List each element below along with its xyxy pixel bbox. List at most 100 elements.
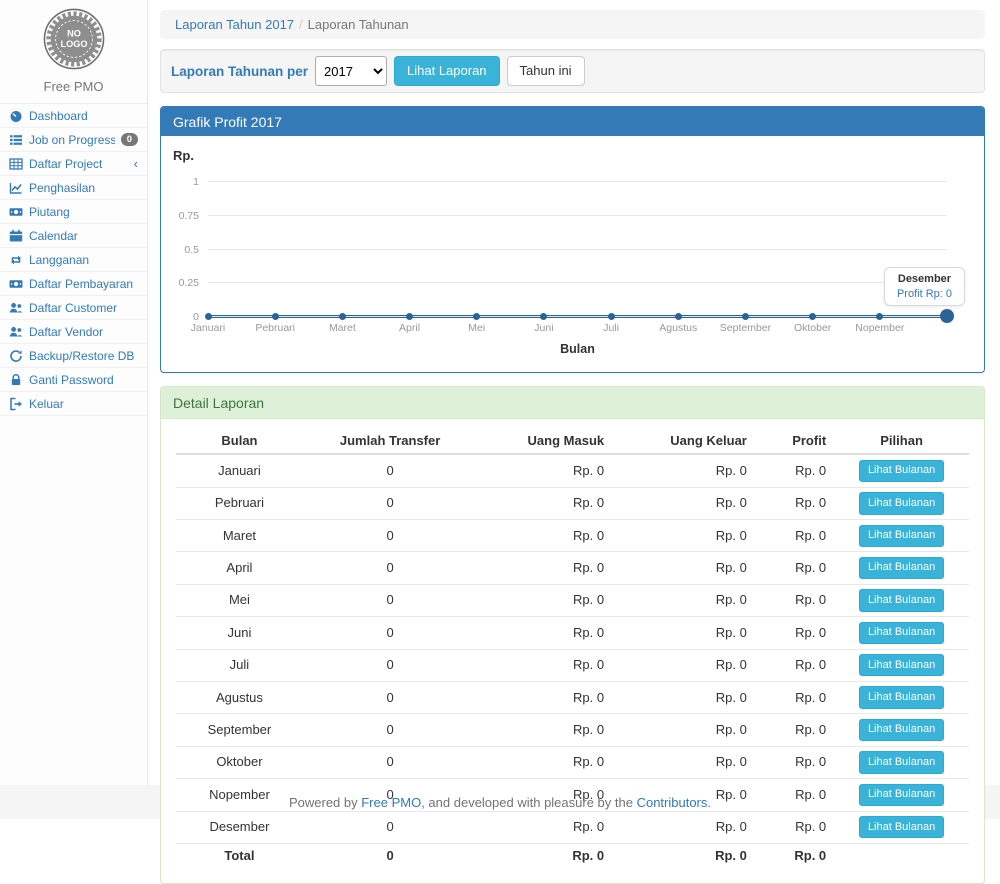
table-cell: Mei <box>176 584 303 616</box>
year-filter-label: Laporan Tahunan per <box>171 64 308 79</box>
money-icon <box>9 205 23 219</box>
table-row: Juli0Rp. 0Rp. 0Rp. 0Lihat Bulanan <box>176 649 969 681</box>
sidebar-item-langganan[interactable]: Langganan <box>0 248 147 272</box>
profit-chart-panel-title: Grafik Profit 2017 <box>161 107 984 136</box>
lihat-bulanan-button[interactable]: Lihat Bulanan <box>859 719 944 741</box>
brand-block: NO LOGO Free PMO <box>0 0 147 104</box>
lihat-bulanan-button[interactable]: Lihat Bulanan <box>859 492 944 514</box>
total-label: Total <box>176 843 303 869</box>
table-cell: Rp. 0 <box>755 649 834 681</box>
total-jumlah-transfer: 0 <box>303 843 477 869</box>
chart-x-tick-label: Nopember <box>855 322 904 334</box>
report-table-body: Januari0Rp. 0Rp. 0Rp. 0Lihat BulananPebr… <box>176 454 969 843</box>
table-header-row: Bulan Jumlah Transfer Uang Masuk Uang Ke… <box>176 428 969 454</box>
users-icon <box>9 325 23 339</box>
table-icon <box>9 157 23 171</box>
chart-data-point <box>809 313 816 320</box>
footer-link-contributors[interactable]: Contributors <box>637 795 708 810</box>
table-action-cell: Lihat Bulanan <box>834 584 969 616</box>
table-action-cell: Lihat Bulanan <box>834 681 969 713</box>
table-row: Juni0Rp. 0Rp. 0Rp. 0Lihat Bulanan <box>176 617 969 649</box>
sidebar-item-daftar-project[interactable]: Daftar Project ‹ <box>0 152 147 176</box>
chart-x-tick-label: September <box>720 322 771 334</box>
lihat-bulanan-button[interactable]: Lihat Bulanan <box>859 751 944 773</box>
column-header-uang-masuk: Uang Masuk <box>477 428 612 454</box>
sidebar-item-backup-restore-db[interactable]: Backup/Restore DB <box>0 344 147 368</box>
table-cell: Rp. 0 <box>612 552 755 584</box>
chart-gridline: 0.75 <box>208 215 947 216</box>
chart-x-tick-label: Maret <box>329 322 356 334</box>
sidebar-item-label: Calendar <box>29 229 78 243</box>
table-row: Oktober0Rp. 0Rp. 0Rp. 0Lihat Bulanan <box>176 746 969 778</box>
table-action-cell: Lihat Bulanan <box>834 487 969 519</box>
lock-icon <box>9 373 23 387</box>
lihat-bulanan-button[interactable]: Lihat Bulanan <box>859 589 944 611</box>
sidebar-item-label: Daftar Pembayaran <box>29 277 133 291</box>
lihat-bulanan-button[interactable]: Lihat Bulanan <box>859 525 944 547</box>
chart-y-tick-label: 1 <box>193 176 199 188</box>
column-header-jumlah-transfer: Jumlah Transfer <box>303 428 477 454</box>
chart-data-point <box>675 313 682 320</box>
no-logo-seal-icon: NO LOGO <box>43 8 105 70</box>
page: NO LOGO Free PMO Dashboard Job on Progre… <box>0 0 1000 785</box>
table-cell: Maret <box>176 520 303 552</box>
sidebar-item-label: Dashboard <box>29 109 88 123</box>
lihat-bulanan-button[interactable]: Lihat Bulanan <box>859 654 944 676</box>
chart-x-tick-label: April <box>399 322 420 334</box>
table-cell: Rp. 0 <box>477 520 612 552</box>
sidebar-item-job-on-progress[interactable]: Job on Progress 0 <box>0 128 147 152</box>
footer-text: Powered by Free PMO, and developed with … <box>289 795 711 810</box>
sidebar-item-dashboard[interactable]: Dashboard <box>0 104 147 128</box>
table-cell: 0 <box>303 811 477 843</box>
sidebar-nav: Dashboard Job on Progress 0 Daftar Proje… <box>0 104 147 416</box>
sidebar-item-daftar-pembayaran[interactable]: Daftar Pembayaran <box>0 272 147 296</box>
chart-tooltip-title: Desember <box>897 273 952 285</box>
table-cell: Rp. 0 <box>755 746 834 778</box>
chart-x-axis-title: Bulan <box>208 342 947 356</box>
chart-data-point <box>876 313 883 320</box>
chart-x-labels: JanuariPebruariMaretAprilMeiJuniJuliAgus… <box>208 322 947 336</box>
chevron-left-icon: ‹ <box>134 157 138 170</box>
lihat-laporan-button[interactable]: Lihat Laporan <box>394 56 500 86</box>
lihat-bulanan-button[interactable]: Lihat Bulanan <box>859 557 944 579</box>
table-cell: Rp. 0 <box>755 520 834 552</box>
breadcrumb-link-laporan-tahun[interactable]: Laporan Tahun 2017 <box>175 17 294 32</box>
lihat-bulanan-button[interactable]: Lihat Bulanan <box>859 686 944 708</box>
table-cell: Rp. 0 <box>477 681 612 713</box>
chart-gridline: 0 <box>208 316 947 317</box>
year-filter-bar: Laporan Tahunan per 2017 Lihat Laporan T… <box>160 49 985 93</box>
sidebar-item-keluar[interactable]: Keluar <box>0 392 147 416</box>
sidebar-item-daftar-vendor[interactable]: Daftar Vendor <box>0 320 147 344</box>
lihat-bulanan-button[interactable]: Lihat Bulanan <box>859 784 944 806</box>
sidebar-item-piutang[interactable]: Piutang <box>0 200 147 224</box>
sidebar-item-penghasilan[interactable]: Penghasilan <box>0 176 147 200</box>
tasks-icon <box>9 133 23 147</box>
lihat-bulanan-button[interactable]: Lihat Bulanan <box>859 622 944 644</box>
profit-chart-panel: Grafik Profit 2017 Rp. 10.750.50.250 Jan… <box>160 106 985 373</box>
lihat-bulanan-button[interactable]: Lihat Bulanan <box>859 816 944 838</box>
brand-name: Free PMO <box>0 79 147 94</box>
sidebar-item-daftar-customer[interactable]: Daftar Customer <box>0 296 147 320</box>
table-cell: Nopember <box>176 779 303 811</box>
logo-text-line2: LOGO <box>60 39 87 49</box>
table-cell: 0 <box>303 714 477 746</box>
footer-link-free-pmo[interactable]: Free PMO <box>361 795 421 810</box>
table-cell: 0 <box>303 617 477 649</box>
table-total-row: Total 0 Rp. 0 Rp. 0 Rp. 0 <box>176 843 969 869</box>
breadcrumb-current: Laporan Tahunan <box>308 17 409 32</box>
tahun-ini-button[interactable]: Tahun ini <box>507 56 585 86</box>
table-cell: Rp. 0 <box>477 746 612 778</box>
chart-data-point <box>742 313 749 320</box>
table-cell: Rp. 0 <box>477 552 612 584</box>
chart-gridline: 1 <box>208 181 947 182</box>
table-row: Mei0Rp. 0Rp. 0Rp. 0Lihat Bulanan <box>176 584 969 616</box>
chart-tooltip: Desember Profit Rp: 0 <box>884 267 965 306</box>
column-header-bulan: Bulan <box>176 428 303 454</box>
sidebar-item-calendar[interactable]: Calendar <box>0 224 147 248</box>
table-cell: 0 <box>303 487 477 519</box>
sidebar-item-ganti-password[interactable]: Ganti Password <box>0 368 147 392</box>
year-select[interactable]: 2017 <box>315 56 387 86</box>
sidebar-item-label: Backup/Restore DB <box>29 349 134 363</box>
table-action-cell: Lihat Bulanan <box>834 454 969 487</box>
lihat-bulanan-button[interactable]: Lihat Bulanan <box>859 460 944 482</box>
